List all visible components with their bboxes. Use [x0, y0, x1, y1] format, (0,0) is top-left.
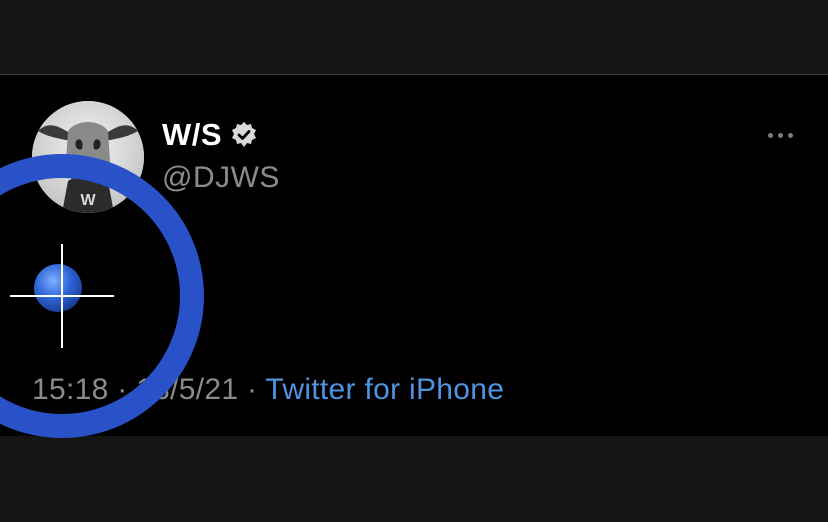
svg-text:W: W	[80, 192, 96, 209]
bull-skull-avatar-icon: W	[32, 101, 144, 213]
avatar[interactable]: W	[32, 101, 144, 213]
handle[interactable]: @DJWS	[162, 161, 280, 195]
tweet-date[interactable]: 13/5/21	[136, 373, 238, 406]
more-dot	[777, 132, 783, 138]
meta-separator: ·	[117, 373, 128, 406]
tweet-card: W W/S @DJWS 15:18 · 13/5/21 · Twitter fo…	[0, 74, 828, 437]
tweet-time[interactable]: 15:18	[32, 373, 109, 406]
tweet-source-link[interactable]: Twitter for iPhone	[265, 373, 504, 406]
more-dot	[767, 132, 773, 138]
meta-separator: ·	[247, 373, 258, 406]
top-band	[0, 0, 828, 74]
more-dot	[787, 132, 793, 138]
more-options-button[interactable]	[760, 125, 800, 145]
display-name-row[interactable]: W/S	[162, 117, 258, 153]
bottom-band	[0, 436, 828, 522]
tweet-meta: 15:18 · 13/5/21 · Twitter for iPhone	[32, 373, 504, 407]
verified-badge-icon	[230, 121, 258, 149]
display-name[interactable]: W/S	[162, 117, 222, 153]
